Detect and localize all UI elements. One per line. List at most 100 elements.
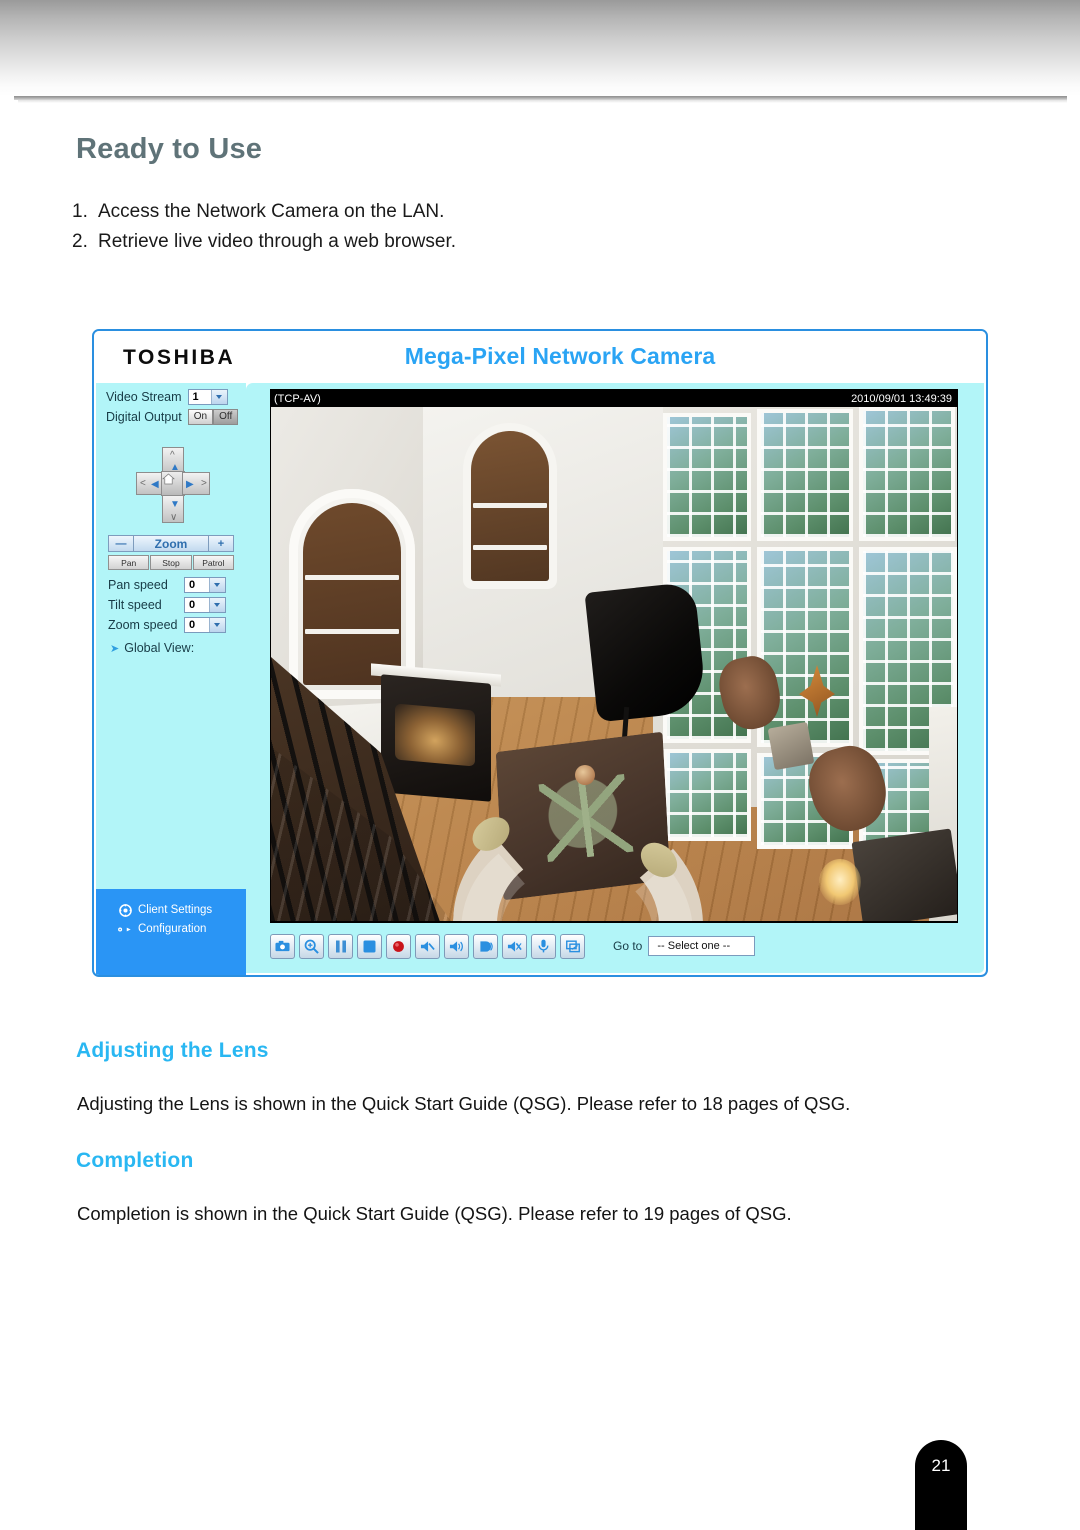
section-heading-completion: Completion [76,1149,194,1172]
microphone-button[interactable] [531,933,556,959]
ptz-control-pad[interactable]: ^ ▲ < ◀ ▶ > ▼ ∨ [136,447,210,523]
tilt-speed-row: Tilt speed 0 [108,597,226,613]
pan-speed-value: 0 [189,579,196,591]
digital-output-row: Digital Output On Off [106,409,239,425]
volume-mute-button[interactable] [415,933,440,959]
section-body-adjusting-lens: Adjusting the Lens is shown in the Quick… [77,1093,851,1114]
menu-item-configuration[interactable]: Configuration [118,922,206,936]
pan-button[interactable]: Pan [108,555,150,570]
section-heading-adjusting-lens: Adjusting the Lens [76,1039,269,1062]
zoom-speed-select[interactable]: 0 [184,617,226,633]
page-title: Ready to Use [76,133,263,165]
arrow-right-icon: ▶ [186,479,194,490]
talk-icon [479,940,493,952]
list-item: 1. Access the Network Camera on the LAN. [72,197,972,227]
step-number: 1. [72,201,88,222]
page-number-tab: 21 [915,1440,967,1530]
menu-item-client-settings[interactable]: Client Settings [118,903,212,917]
goto-label: Go to [613,939,643,953]
shelf [305,629,399,634]
full-screen-button[interactable] [560,933,585,959]
page-header-band [0,0,1080,96]
stop-button[interactable]: Stop [150,555,192,570]
side-table [767,721,815,771]
pan-speed-row: Pan speed 0 [108,577,226,593]
grand-piano [584,581,708,723]
snapshot-icon [275,940,290,952]
zoom-in-button[interactable]: + [208,535,234,552]
shelf [473,503,547,508]
video-player-toolbar: Go to -- Select one -- [270,931,958,961]
goto-preset-control[interactable]: Go to -- Select one -- [613,936,756,956]
zoom-out-button[interactable]: — [108,535,134,552]
zoom-control-bar[interactable]: — Zoom + [108,535,234,552]
zoom-speed-label: Zoom speed [108,618,178,632]
pan-speed-select[interactable]: 0 [184,577,226,593]
full-screen-icon [565,939,580,952]
digital-output-label: Digital Output [106,410,182,424]
live-video-frame [271,407,957,921]
digital-zoom-button[interactable] [299,933,324,959]
digital-output-toggle[interactable]: On Off [187,409,239,425]
zoom-label: Zoom [134,535,208,552]
tilt-speed-value: 0 [189,599,196,611]
chevron-down-icon [210,390,227,404]
global-view-row[interactable]: ➤ Global View: [110,641,194,655]
menu-item-label: Configuration [138,923,207,935]
patrol-button[interactable]: Patrol [192,555,234,570]
header-divider-shadow [18,100,1067,103]
chevron-down-icon [209,578,225,592]
arrow-down-icon: ▼ [170,499,180,510]
window-pane [663,413,751,541]
tilt-speed-select[interactable]: 0 [184,597,226,613]
goto-select[interactable]: -- Select one -- [648,936,756,956]
pause-icon [335,940,346,952]
speaker-icon [449,940,463,952]
speaker-button[interactable] [444,933,469,959]
pan-speed-label: Pan speed [108,578,168,592]
camera-main-menu: Client Settings Configuration [96,889,246,975]
digital-output-off-button[interactable]: Off [213,409,239,425]
camera-control-panel: Video Stream 1 Digital Output On Off ^ ▲… [96,383,246,975]
home-icon [162,473,175,485]
video-stream-select[interactable]: 1 [187,389,228,405]
global-view-label: Global View: [124,641,195,655]
talk-button[interactable] [473,933,498,959]
gear-icon [118,903,132,917]
chevron-down-icon [209,598,225,612]
ptz-down-button[interactable]: ▼ ∨ [162,495,184,523]
video-player[interactable]: (TCP-AV) 2010/09/01 13:49:39 [270,389,958,923]
goto-selected-value: -- Select one -- [657,940,731,952]
digital-output-on-button[interactable]: On [187,409,214,425]
fireplace-glow [395,703,475,767]
ptz-right-button[interactable]: ▶ > [182,472,210,495]
camera-ui-topbar: TOSHIBA Mega-Pixel Network Camera [94,331,986,383]
video-stream-label: Video Stream [106,390,182,404]
pause-button[interactable] [328,933,353,959]
wrench-icon [118,922,132,936]
zoom-speed-row: Zoom speed 0 [108,617,226,633]
chevron-down-icon: ∨ [170,512,178,523]
steps-list: 1. Access the Network Camera on the LAN. … [72,197,972,257]
page-number: 21 [931,1456,951,1475]
stop-button[interactable] [357,933,382,959]
camera-product-title: Mega-Pixel Network Camera [404,343,716,369]
table-lamp-glow [819,859,861,905]
snapshot-button[interactable] [270,933,295,959]
shelf [473,545,547,550]
video-stream-row: Video Stream 1 [106,389,228,405]
video-osd-bar: (TCP-AV) 2010/09/01 13:49:39 [270,389,958,409]
arrow-left-icon: ◀ [151,479,159,490]
step-number: 2. [72,231,88,252]
chevron-down-icon [738,938,754,954]
expand-arrow-icon: ➤ [110,643,120,655]
mic-mute-button[interactable] [502,933,527,959]
tilt-speed-label: Tilt speed [108,598,162,612]
ptz-left-button[interactable]: < ◀ [136,472,164,495]
list-item: 2. Retrieve live video through a web brow… [72,227,972,257]
pan-stop-patrol-bar[interactable]: Pan Stop Patrol [108,555,234,570]
counter-top [851,828,957,921]
record-button[interactable] [386,933,411,959]
table-centerpiece [575,765,595,785]
window-pane [663,749,751,841]
